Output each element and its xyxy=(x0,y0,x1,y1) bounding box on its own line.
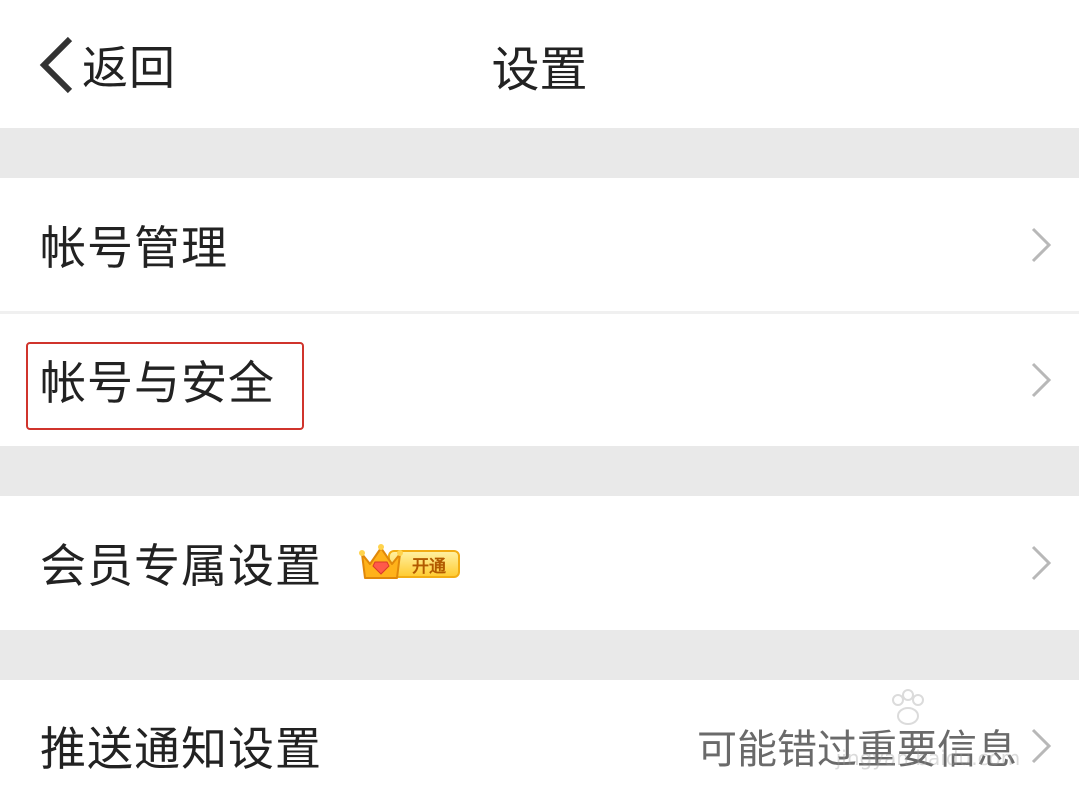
chevron-right-icon xyxy=(1031,227,1052,263)
row-account-security[interactable]: 帐号与安全 xyxy=(0,314,1079,446)
row-label: 推送通知设置 xyxy=(40,721,322,776)
top-nav-bar: 返回 设置 xyxy=(0,0,1079,128)
vip-badge[interactable]: 开通 xyxy=(358,540,462,586)
chevron-right-icon xyxy=(1031,545,1052,581)
section-gap xyxy=(0,630,1079,680)
chevron-right-icon xyxy=(1031,728,1052,763)
row-push-notifications[interactable]: 推送通知设置 可能错过重要信息 xyxy=(0,680,1079,811)
chevron-right-icon xyxy=(1031,362,1052,398)
section-gap xyxy=(0,446,1079,496)
row-hint: 可能错过重要信息 xyxy=(697,726,1017,773)
section-gap xyxy=(0,128,1079,178)
row-vip-settings[interactable]: 会员专属设置 开通 xyxy=(0,496,1079,630)
page-title: 设置 xyxy=(491,42,588,98)
row-label: 会员专属设置 xyxy=(40,539,322,593)
row-label: 帐号与安全 xyxy=(40,356,275,410)
row-label: 帐号管理 xyxy=(40,221,228,275)
row-account-management[interactable]: 帐号管理 xyxy=(0,178,1079,312)
crown-icon xyxy=(359,544,403,579)
